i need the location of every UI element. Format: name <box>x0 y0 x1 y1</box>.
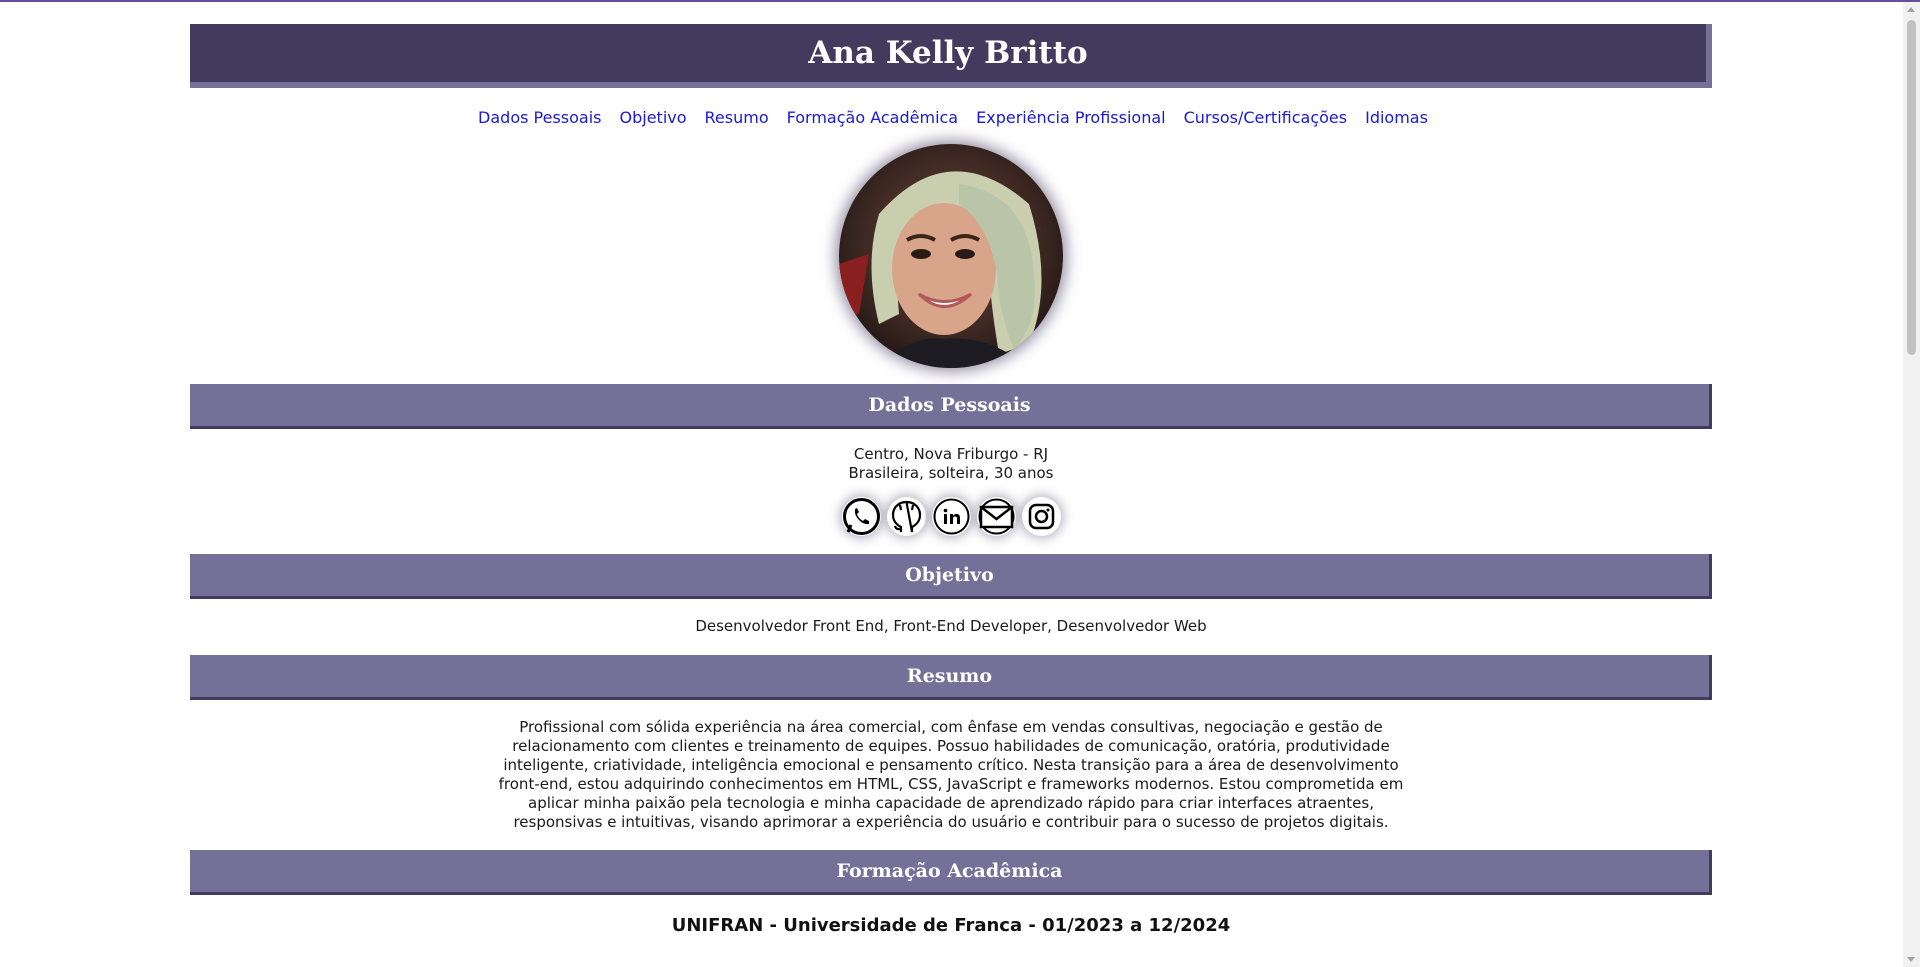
nav-idiomas[interactable]: Idiomas <box>1365 108 1428 134</box>
scroll-up-arrow-icon[interactable] <box>1907 7 1915 12</box>
vertical-scrollbar[interactable] <box>1903 2 1920 967</box>
nav-formacao-academica[interactable]: Formação Acadêmica <box>787 108 958 134</box>
nav-experiencia-profissional[interactable]: Experiência Profissional <box>976 108 1165 134</box>
person-name: Ana Kelly Britto <box>808 35 1088 71</box>
section-header-dados-pessoais: Dados Pessoais <box>190 384 1712 429</box>
name-header: Ana Kelly Britto <box>190 24 1712 88</box>
section-title: Objetivo <box>905 564 994 586</box>
nav-cursos-certificacoes[interactable]: Cursos/Certificações <box>1184 108 1348 134</box>
scrollbar-thumb[interactable] <box>1907 20 1916 355</box>
nav-resumo[interactable]: Resumo <box>705 108 769 134</box>
objective-text: Desenvolvedor Front End, Front-End Devel… <box>695 617 1207 635</box>
github-icon[interactable] <box>886 497 926 536</box>
education-entry: UNIFRAN - Universidade de Franca - 01/20… <box>671 915 1231 936</box>
address-text: Centro, Nova Friburgo - RJ <box>853 445 1049 463</box>
social-links <box>190 497 1712 536</box>
resume-page: Ana Kelly Britto Dados Pessoais Objetivo… <box>190 24 1712 936</box>
instagram-icon[interactable] <box>1021 497 1061 536</box>
scroll-down-arrow-icon[interactable] <box>1907 957 1915 962</box>
profile-photo <box>839 144 1063 368</box>
nav-objetivo[interactable]: Objetivo <box>620 108 687 134</box>
section-title: Dados Pessoais <box>868 394 1031 416</box>
personal-info-text: Brasileira, solteira, 30 anos <box>848 464 1054 482</box>
linkedin-icon[interactable] <box>931 497 971 536</box>
section-header-resumo: Resumo <box>190 655 1712 700</box>
section-header-objetivo: Objetivo <box>190 554 1712 599</box>
section-nav: Dados Pessoais Objetivo Resumo Formação … <box>190 108 1712 134</box>
nav-dados-pessoais[interactable]: Dados Pessoais <box>478 108 601 134</box>
summary-text: Profissional com sólida experiência na á… <box>498 718 1404 831</box>
email-icon[interactable] <box>976 497 1016 536</box>
section-title: Formação Acadêmica <box>836 860 1063 882</box>
section-header-formacao-academica: Formação Acadêmica <box>190 850 1712 895</box>
section-title: Resumo <box>906 665 993 687</box>
whatsapp-icon[interactable] <box>841 497 881 536</box>
